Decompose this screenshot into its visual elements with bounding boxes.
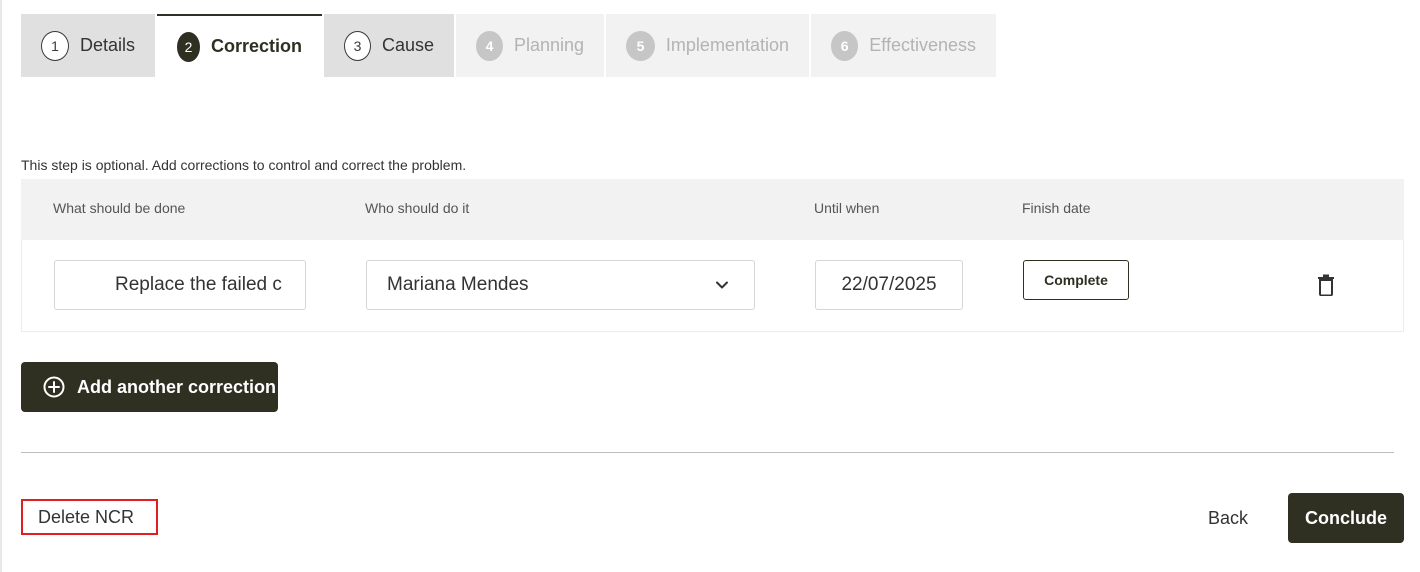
tab-cause[interactable]: 3 Cause — [324, 14, 454, 77]
column-header-what: What should be done — [53, 200, 186, 216]
column-header-who: Who should do it — [365, 200, 470, 216]
table-header: What should be done Who should do it Unt… — [21, 179, 1404, 240]
column-header-until: Until when — [814, 200, 880, 216]
tab-label: Correction — [210, 36, 302, 56]
tab-correction[interactable]: 2 Correction — [157, 14, 322, 77]
step-description: This step is optional. Add corrections t… — [21, 157, 467, 173]
conclude-button[interactable]: Conclude — [1288, 493, 1404, 543]
what-input-value: Replace the failed c — [115, 274, 282, 295]
tab-details[interactable]: 1 Details — [21, 14, 155, 77]
tab-label: Planning — [513, 35, 584, 55]
add-another-correction-button[interactable]: Add another correction — [21, 362, 278, 412]
who-should-do-it-select[interactable]: Mariana Mendes — [366, 260, 755, 310]
step-tabs: 1 Details 2 Correction 3 Cause 4 Plannin… — [21, 14, 998, 77]
tab-label: Effectiveness — [869, 35, 976, 55]
step-number: 1 — [41, 30, 69, 61]
tab-label: Details — [79, 35, 135, 55]
who-select-value: Mariana Mendes — [387, 274, 529, 295]
date-value: 22/07/2025 — [841, 274, 937, 295]
tab-label: Implementation — [665, 35, 789, 55]
step-number: 5 — [626, 30, 655, 61]
delete-ncr-button[interactable]: Delete NCR — [21, 499, 158, 535]
back-button[interactable]: Back — [1190, 493, 1266, 543]
step-number: 6 — [831, 30, 859, 61]
until-when-date-input[interactable]: 22/07/2025 — [815, 260, 963, 310]
plus-circle-icon — [43, 376, 65, 398]
tab-effectiveness: 6 Effectiveness — [811, 14, 996, 77]
tab-implementation: 5 Implementation — [606, 14, 809, 77]
corrections-table: What should be done Who should do it Unt… — [21, 179, 1404, 332]
step-number: 2 — [177, 31, 200, 62]
chevron-down-icon — [716, 281, 728, 289]
table-row: Replace the failed c Mariana Mendes 22/0… — [21, 240, 1404, 332]
tab-planning: 4 Planning — [456, 14, 604, 77]
step-number: 3 — [344, 30, 371, 61]
footer-divider — [21, 452, 1394, 453]
column-header-finish: Finish date — [1022, 200, 1091, 216]
left-frame-border — [0, 0, 2, 572]
add-button-label: Add another correction — [77, 376, 277, 397]
tab-label: Cause — [381, 35, 434, 55]
step-number: 4 — [476, 30, 503, 61]
what-should-be-done-input[interactable]: Replace the failed c — [54, 260, 306, 310]
complete-button[interactable]: Complete — [1023, 260, 1129, 300]
trash-icon[interactable] — [1316, 274, 1336, 296]
